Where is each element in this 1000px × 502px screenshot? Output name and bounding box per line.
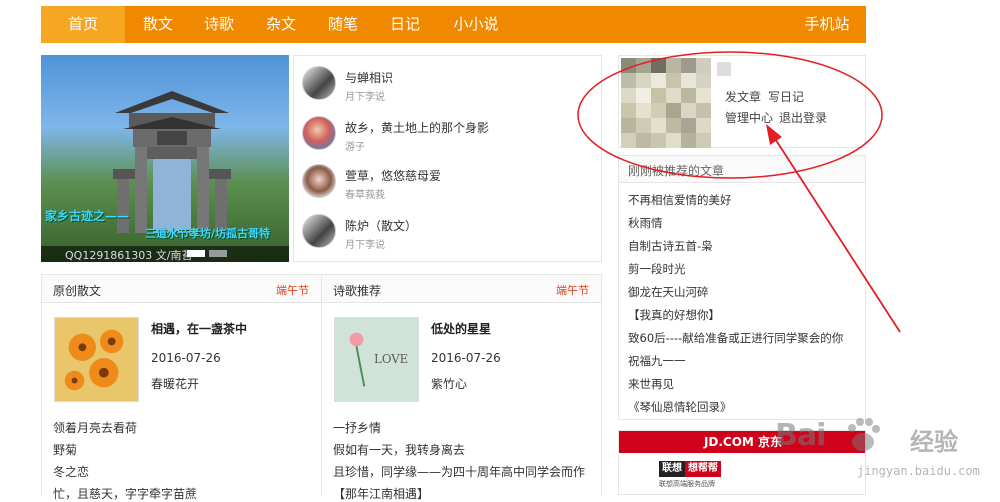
image-slider[interactable]: 家乡古迹之—— 三道水节孝坊/坊孤古哥特 QQ1291861303 文/南苔 xyxy=(41,55,289,262)
watermark-brand: Bai xyxy=(775,418,826,453)
prose-list-item[interactable]: 野菊 xyxy=(53,441,77,458)
prose-column: 原创散文 端午节 相遇，在一盏茶中 2016-07-26 春暖花开 领着月亮去看… xyxy=(41,274,322,501)
nav-item-short-story[interactable]: 小小说 xyxy=(443,6,509,43)
prose-top-title[interactable]: 相遇，在一盏茶中 xyxy=(151,320,247,337)
username-blurred xyxy=(717,62,731,76)
featured-articles: 与蝉相识 月下李说 故乡，黄土地上的那个身影 游子 萱草，悠悠慈母爱 春草莪莪 … xyxy=(293,55,602,262)
prose-top-author[interactable]: 春暖花开 xyxy=(151,375,199,392)
ad-logo-right: 想帮帮 xyxy=(685,461,721,477)
poetry-top-title[interactable]: 低处的星星 xyxy=(431,320,491,337)
watermark-url: jingyan.baidu.com xyxy=(857,464,980,478)
recommended-item[interactable]: 【我真的好想你】 xyxy=(628,307,720,323)
featured-author[interactable]: 游子 xyxy=(345,138,365,153)
author-avatar[interactable] xyxy=(302,116,336,150)
slider-caption-bar: QQ1291861303 文/南苔 xyxy=(41,246,289,262)
watermark-brand-cn: 经验 xyxy=(910,428,958,456)
poetry-top-author[interactable]: 紫竹心 xyxy=(431,375,467,392)
recommended-item[interactable]: 自制古诗五首-枭 xyxy=(628,238,713,254)
nav-item-notes[interactable]: 随笔 xyxy=(315,6,371,43)
prose-top-date: 2016-07-26 xyxy=(151,351,221,365)
ad-subtext: 联想高端服务品牌 xyxy=(659,480,715,488)
poetry-column-title[interactable]: 诗歌推荐 xyxy=(333,282,381,299)
user-panel: 发文章 写日记 管理中心 退出登录 xyxy=(618,55,866,148)
featured-author[interactable]: 月下李说 xyxy=(345,236,385,251)
slider-dot-2[interactable] xyxy=(209,250,227,257)
recommended-item[interactable]: 《琴仙恩情轮回录》 xyxy=(628,399,732,415)
recommended-item[interactable]: 剪一段时光 xyxy=(628,261,686,277)
baidu-jingyan-watermark: Bai 经验 jingyan.baidu.com xyxy=(765,410,995,490)
memorial-arch-illustration xyxy=(113,91,231,233)
prose-column-title[interactable]: 原创散文 xyxy=(53,282,101,299)
poetry-column: 诗歌推荐 端午节 LOVE 低处的星星 2016-07-26 紫竹心 一抒乡情 … xyxy=(321,274,602,501)
slider-subline: 三道水节孝坊/坊孤古哥特 xyxy=(145,227,271,240)
nav-item-poetry[interactable]: 诗歌 xyxy=(191,6,247,43)
nav-item-diary[interactable]: 日记 xyxy=(377,6,433,43)
recommended-item[interactable]: 来世再见 xyxy=(628,376,674,392)
slider-dot-1[interactable] xyxy=(187,250,205,257)
poetry-list-item[interactable]: 【那年江南相遇】 xyxy=(333,485,429,502)
author-avatar[interactable] xyxy=(302,214,336,248)
nav-item-prose[interactable]: 散文 xyxy=(130,6,186,43)
recommended-item[interactable]: 御龙在天山河碎 xyxy=(628,284,709,300)
logout-link[interactable]: 退出登录 xyxy=(779,109,827,126)
poetry-list-item[interactable]: 假如有一天，我转身离去 xyxy=(333,441,465,458)
author-avatar[interactable] xyxy=(302,66,336,100)
prose-column-tag[interactable]: 端午节 xyxy=(276,282,309,298)
ad-logo-left: 联想 xyxy=(659,461,685,477)
nav-item-mobile[interactable]: 手机站 xyxy=(796,6,858,43)
manage-center-link[interactable]: 管理中心 xyxy=(725,109,773,126)
recommended-item[interactable]: 祝福九一一 xyxy=(628,353,686,369)
poetry-list-item[interactable]: 一抒乡情 xyxy=(333,419,381,436)
featured-title[interactable]: 萱草，悠悠慈母爱 xyxy=(345,167,441,184)
paw-icon xyxy=(848,418,880,451)
recommended-articles: 刚刚被推荐的文章 不再相信爱情的美好 秋雨情 自制古诗五首-枭 剪一段时光 御龙… xyxy=(618,155,866,420)
poetry-thumbnail[interactable]: LOVE xyxy=(334,317,419,402)
top-nav-bar: 首页 散文 诗歌 杂文 随笔 日记 小小说 手机站 xyxy=(41,6,866,43)
poetry-column-tag[interactable]: 端午节 xyxy=(556,282,589,298)
prose-thumbnail[interactable] xyxy=(54,317,139,402)
write-diary-link[interactable]: 写日记 xyxy=(768,88,804,105)
recommended-item[interactable]: 秋雨情 xyxy=(628,215,663,231)
nav-item-essay[interactable]: 杂文 xyxy=(253,6,309,43)
recommended-item[interactable]: 不再相信爱情的美好 xyxy=(628,192,732,208)
user-avatar-pixelated[interactable] xyxy=(621,58,711,148)
prose-list-item[interactable]: 忙，且慈天，字字牵字苗蔗 xyxy=(53,485,197,502)
featured-author[interactable]: 春草莪莪 xyxy=(345,186,385,201)
post-article-link[interactable]: 发文章 xyxy=(725,88,761,105)
featured-title[interactable]: 陈炉（散文） xyxy=(345,217,417,234)
featured-title[interactable]: 故乡，黄土地上的那个身影 xyxy=(345,119,489,136)
love-letters: LOVE xyxy=(374,352,408,366)
prose-list-item[interactable]: 冬之恋 xyxy=(53,463,89,480)
poetry-list-item[interactable]: 且珍惜，同学缘——为四十周年高中同学会而作 xyxy=(333,463,585,480)
nav-item-home[interactable]: 首页 xyxy=(41,6,125,43)
featured-title[interactable]: 与蝉相识 xyxy=(345,69,393,86)
poetry-column-header: 诗歌推荐 端午节 xyxy=(322,275,601,303)
lenovo-logo: 联想 想帮帮 xyxy=(659,461,721,477)
slider-headline: 家乡古迹之—— xyxy=(45,209,130,223)
recommended-header: 刚刚被推荐的文章 xyxy=(619,156,865,183)
prose-list-item[interactable]: 领着月亮去看荷 xyxy=(53,419,137,436)
author-avatar[interactable] xyxy=(302,164,336,198)
poetry-top-date: 2016-07-26 xyxy=(431,351,501,365)
featured-author[interactable]: 月下李说 xyxy=(345,88,385,103)
recommended-item[interactable]: 致60后----献给准备或正进行同学聚会的你 xyxy=(628,330,843,346)
prose-column-header: 原创散文 端午节 xyxy=(42,275,321,303)
slider-caption: QQ1291861303 文/南苔 xyxy=(65,249,193,262)
recommended-title: 刚刚被推荐的文章 xyxy=(628,164,725,178)
